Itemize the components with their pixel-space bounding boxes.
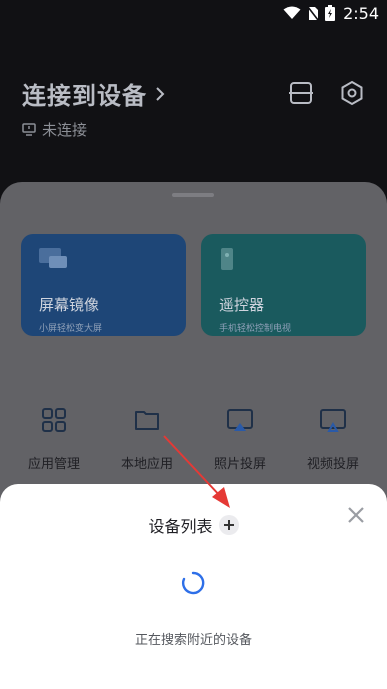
screen-mirror-card[interactable]: 屏幕镜像 小屏轻松变大屏 <box>21 234 186 336</box>
photo-cast-icon <box>227 409 253 431</box>
loading-spinner-icon <box>182 571 205 595</box>
local-apps-button[interactable]: 本地应用 <box>107 405 187 472</box>
app-manager-button[interactable]: 应用管理 <box>14 405 94 472</box>
chevron-right-icon <box>156 86 165 101</box>
scan-icon <box>289 82 313 104</box>
folder-icon <box>135 411 159 430</box>
video-cast-button[interactable]: 视频投屏 <box>293 405 373 472</box>
app-label: 视频投屏 <box>306 457 359 472</box>
tv-icon <box>22 123 36 136</box>
clock: 2:54 <box>343 3 379 23</box>
card-subtitle: 手机轻松控制电视 <box>219 324 292 334</box>
app-label: 照片投屏 <box>213 457 266 472</box>
device-list-title: 设备列表 <box>148 517 213 536</box>
video-cast-icon <box>320 409 346 432</box>
searching-status: 正在搜索附近的设备 <box>134 633 252 648</box>
device-list-header: 设备列表 <box>0 513 387 537</box>
add-device-button[interactable] <box>218 515 239 535</box>
drag-handle[interactable] <box>172 193 214 197</box>
no-sim-icon <box>307 6 319 21</box>
status-bar: 2:54 <box>0 0 387 26</box>
grid-icon <box>42 408 66 432</box>
connection-status-text: 未连接 <box>42 121 88 139</box>
card-subtitle: 小屏轻松变大屏 <box>39 324 103 334</box>
app-label: 本地应用 <box>120 457 173 472</box>
battery-charging-icon <box>325 5 336 21</box>
scan-button[interactable] <box>288 80 314 106</box>
connect-device-title[interactable]: 连接到设备 <box>22 76 165 111</box>
connection-status: 未连接 <box>22 119 165 140</box>
card-title: 遥控器 <box>219 296 265 314</box>
screen-mirror-icon <box>39 248 67 268</box>
settings-icon <box>341 80 363 106</box>
app-label: 应用管理 <box>27 457 80 472</box>
remote-control-card[interactable]: 遥控器 手机轻松控制电视 <box>201 234 366 336</box>
remote-control-icon <box>221 248 233 270</box>
close-button[interactable] <box>347 506 365 524</box>
header: 连接到设备 未连接 <box>22 76 165 140</box>
wifi-icon <box>283 6 301 20</box>
settings-button[interactable] <box>339 80 365 106</box>
page-title: 连接到设备 <box>22 82 147 110</box>
close-icon <box>348 507 364 523</box>
card-title: 屏幕镜像 <box>39 296 100 314</box>
photo-cast-button[interactable]: 照片投屏 <box>200 405 280 472</box>
